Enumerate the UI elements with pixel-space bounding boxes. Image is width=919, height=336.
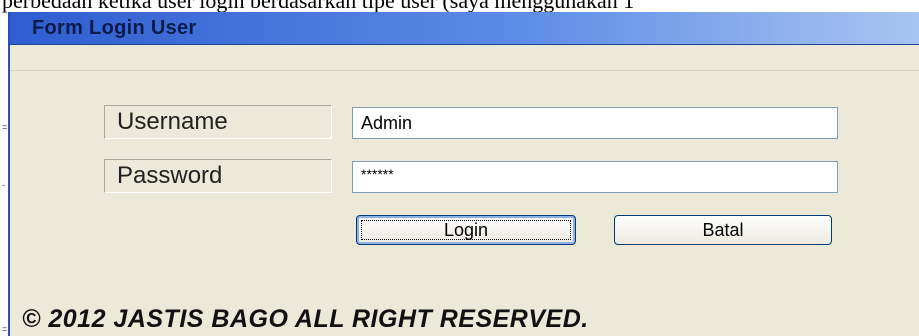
window-client-area: Username Admin Password ****** Login Bat…: [10, 45, 919, 336]
login-window: Form Login User Username Admin Password …: [8, 12, 919, 336]
cancel-button-label: Batal: [702, 220, 744, 240]
document-left-margin: = - =: [0, 14, 8, 336]
copyright-footer: © 2012 JASTIS BAGO ALL RIGHT RESERVED.: [22, 305, 589, 333]
cancel-button[interactable]: Batal: [614, 215, 832, 245]
login-button[interactable]: Login: [356, 215, 576, 245]
margin-marker: -: [2, 180, 5, 190]
password-label: Password: [104, 159, 332, 193]
username-input[interactable]: Admin: [352, 107, 838, 139]
password-input[interactable]: ******: [352, 161, 838, 193]
margin-marker: =: [2, 122, 8, 132]
username-label: Username: [104, 105, 332, 139]
focus-indicator: [361, 220, 571, 240]
margin-marker: =: [2, 324, 8, 334]
client-divider: [10, 70, 919, 71]
window-titlebar[interactable]: Form Login User: [10, 12, 919, 45]
window-title: Form Login User: [32, 17, 197, 39]
